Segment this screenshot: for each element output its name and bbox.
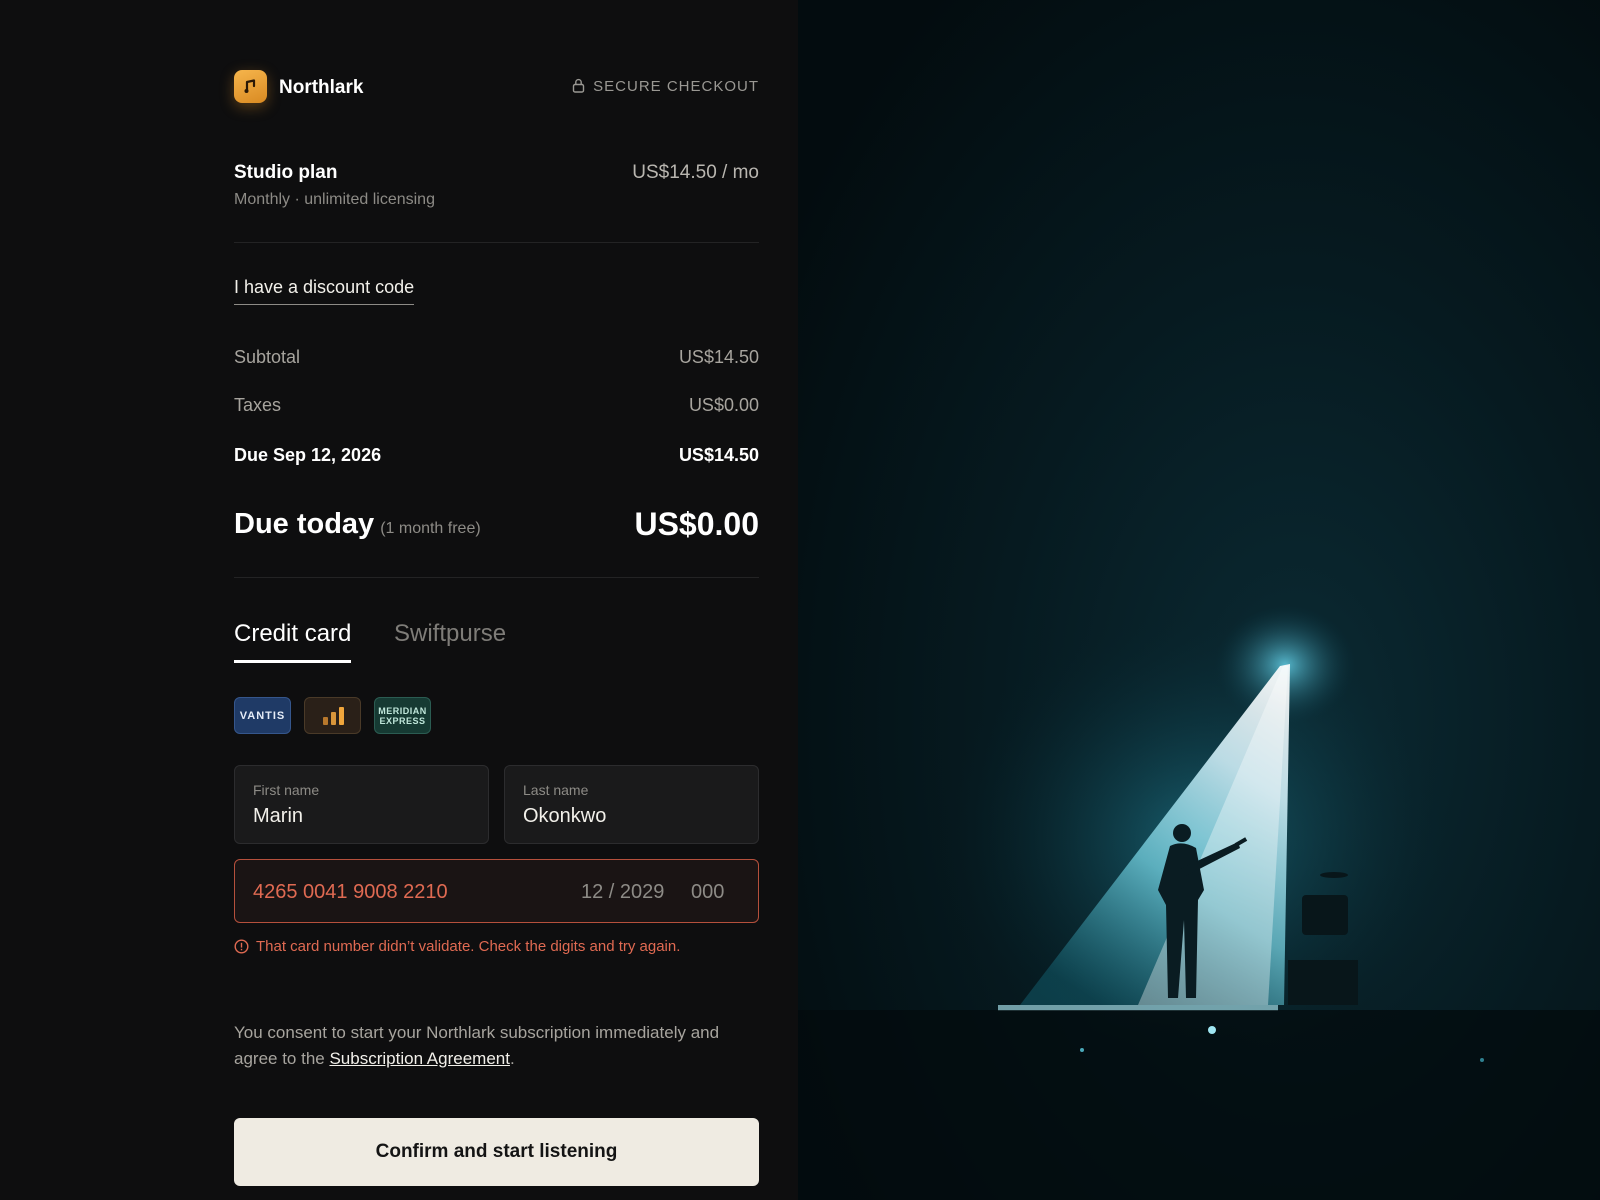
secure-checkout-text: SECURE CHECKOUT xyxy=(593,78,759,95)
discount-code-link[interactable]: I have a discount code xyxy=(234,277,415,305)
consent-after: . xyxy=(509,1049,515,1068)
confirm-button[interactable]: Confirm and start listening xyxy=(234,1118,759,1186)
concert-spotlight-image xyxy=(798,0,1600,1200)
due-date-label: Due Sep 12, 2026 xyxy=(234,445,382,465)
checkout-panel: Northlark SECURE CHECKOUT Studio plan Mo… xyxy=(0,0,798,1200)
subtotal-label: Subtotal xyxy=(234,347,301,367)
card-error-text: That card number didn’t validate. Check … xyxy=(256,938,681,955)
payment-method-tabs: Credit card Swiftpurse xyxy=(234,620,759,670)
error-icon xyxy=(234,939,249,954)
card-number-input[interactable]: 4265 0041 9008 2210 xyxy=(253,881,448,904)
meridian-express-card-icon: MERIDIAN EXPRESS xyxy=(374,697,431,734)
due-today-label: Due today (1 month free) xyxy=(234,508,481,541)
last-name-input[interactable]: Okonkwo xyxy=(523,805,606,828)
due-today-row: Due today (1 month free) US$0.00 xyxy=(234,504,759,548)
tab-credit-card[interactable]: Credit card xyxy=(234,620,352,663)
bar-chart-card-icon xyxy=(304,697,361,734)
first-name-input[interactable]: Marin xyxy=(253,805,303,828)
taxes-label: Taxes xyxy=(234,395,282,415)
checkout-page: Northlark SECURE CHECKOUT Studio plan Mo… xyxy=(0,0,1600,1200)
header: Northlark SECURE CHECKOUT xyxy=(234,70,759,104)
divider xyxy=(234,242,759,243)
card-expiry-input[interactable]: 12 / 2029 xyxy=(581,881,664,904)
plan-price: US$14.50 / mo xyxy=(632,162,759,183)
due-today-value: US$0.00 xyxy=(634,506,759,542)
music-note-icon xyxy=(244,79,256,93)
brand-logo xyxy=(234,70,267,103)
secure-checkout-label: SECURE CHECKOUT xyxy=(572,78,759,95)
meridian-line2: EXPRESS xyxy=(379,715,426,726)
card-error-message: That card number didn’t validate. Check … xyxy=(234,938,680,955)
last-name-label: Last name xyxy=(523,782,589,798)
taxes-value: US$0.00 xyxy=(688,395,759,415)
plan-name: Studio plan xyxy=(234,162,338,183)
consent-text: You consent to start your Northlark subs… xyxy=(234,1020,759,1072)
vantis-card-icon: VANTIS xyxy=(234,697,291,734)
lock-icon xyxy=(572,78,585,93)
first-name-field[interactable]: First name Marin xyxy=(234,765,489,844)
due-today-note: (1 month free) xyxy=(380,520,481,537)
first-name-label: First name xyxy=(253,782,320,798)
tab-swiftpurse[interactable]: Swiftpurse xyxy=(394,620,506,660)
brand-name: Northlark xyxy=(279,77,364,98)
due-date-value: US$14.50 xyxy=(678,445,759,465)
hero-image xyxy=(798,0,1600,1200)
due-today-text: Due today xyxy=(234,508,375,540)
subtotal-value: US$14.50 xyxy=(678,347,759,367)
last-name-field[interactable]: Last name Okonkwo xyxy=(504,765,759,844)
subscription-agreement-link[interactable]: Subscription Agreement xyxy=(329,1049,510,1068)
card-cvc-input[interactable]: 000 xyxy=(691,881,724,904)
card-details-field[interactable]: 4265 0041 9008 2210 12 / 2029 000 xyxy=(234,859,759,923)
divider xyxy=(234,577,759,578)
meridian-line1: MERIDIAN xyxy=(378,705,427,716)
plan-subtitle: Monthly · unlimited licensing xyxy=(234,191,435,208)
